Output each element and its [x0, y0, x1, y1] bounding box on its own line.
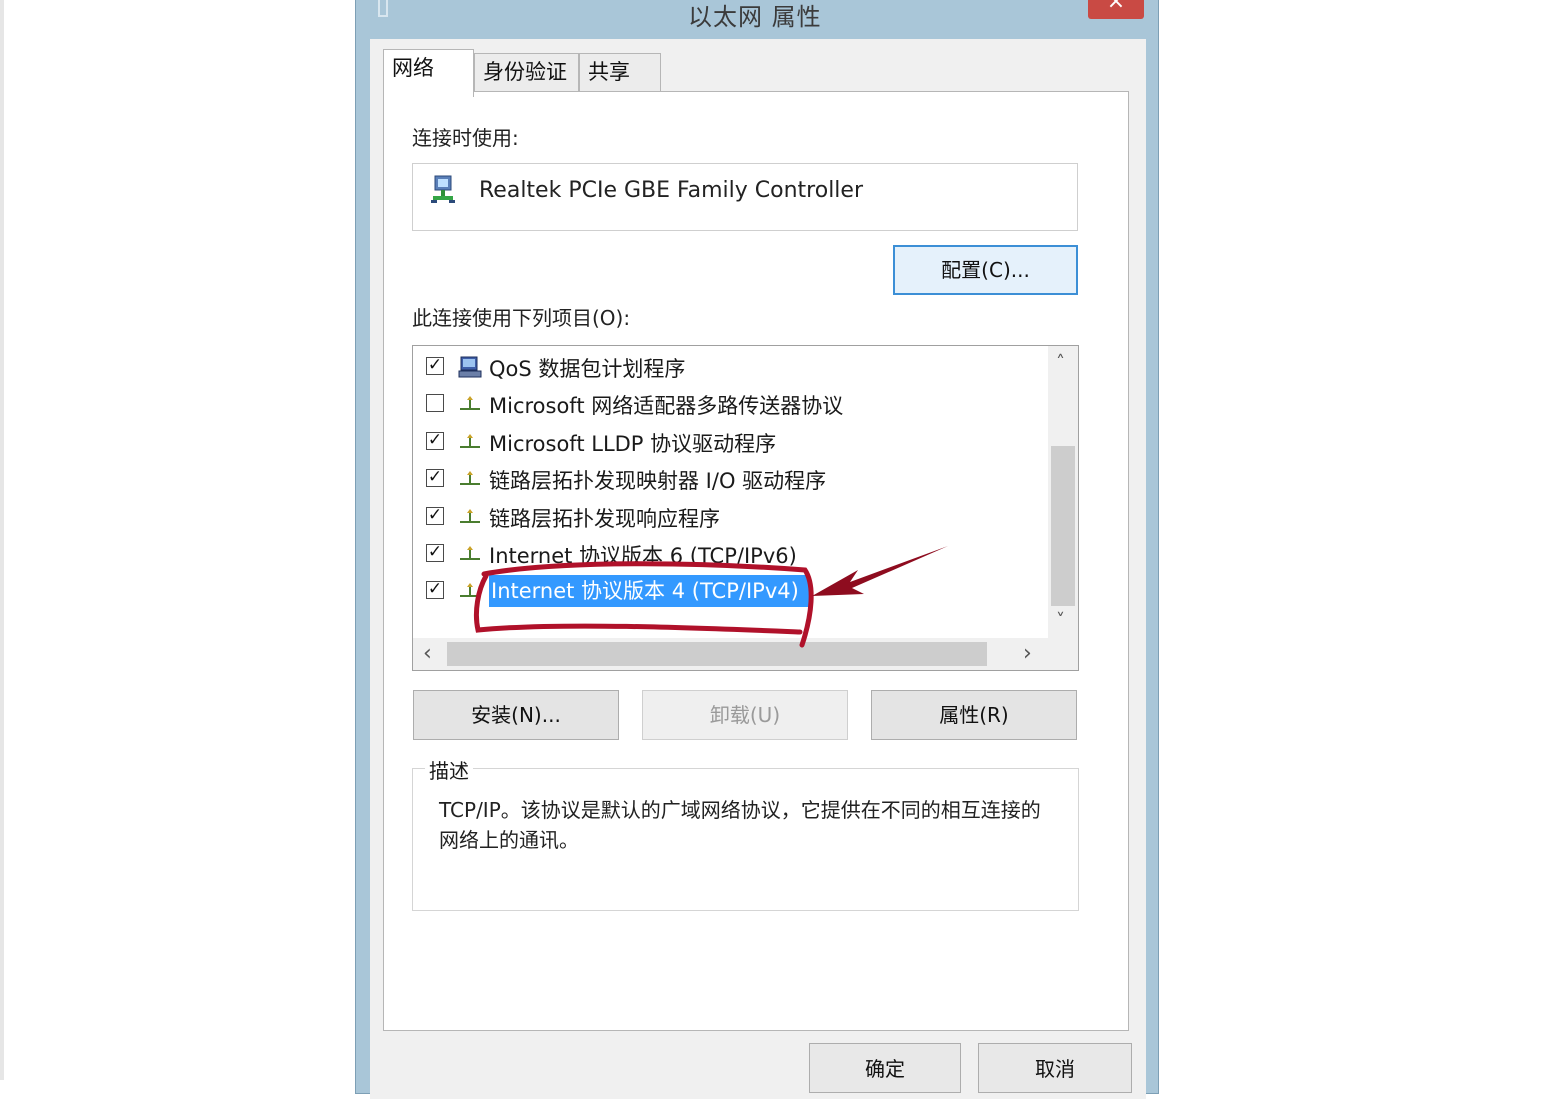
vertical-scroll-thumb[interactable]: [1051, 446, 1075, 606]
uninstall-button[interactable]: 卸载(U): [642, 690, 848, 740]
tab-panel-network: 连接时使用: Realtek PCIe GBE Family Controlle…: [383, 91, 1129, 1031]
cancel-button[interactable]: 取消: [978, 1043, 1132, 1093]
horizontal-scroll-thumb[interactable]: [447, 642, 987, 666]
list-item[interactable]: ✓ Microsoft LLDP 协议驱动程序: [413, 426, 1043, 460]
configure-button[interactable]: 配置(C)...: [893, 245, 1078, 295]
dialog-client-area: 网络 身份验证 共享 连接时使用: Realtek PCIe GBE Famil…: [370, 39, 1146, 1099]
horizontal-scrollbar[interactable]: ‹ ›: [413, 638, 1078, 670]
properties-button[interactable]: 属性(R): [871, 690, 1077, 740]
scroll-down-arrow-icon[interactable]: ˅: [1056, 610, 1065, 631]
scroll-right-arrow-icon[interactable]: ›: [1023, 641, 1032, 666]
item-label: Internet 协议版本 6 (TCP/IPv6): [489, 544, 797, 568]
list-item[interactable]: ✓ QoS 数据包计划程序: [413, 351, 1043, 385]
description-text: TCP/IP。该协议是默认的广域网络协议，它提供在不同的相互连接的网络上的通讯。: [439, 798, 1041, 852]
item-label: Microsoft 网络适配器多路传送器协议: [489, 394, 844, 418]
tab-sharing[interactable]: 共享: [579, 53, 661, 91]
item-label: 链路层拓扑发现映射器 I/O 驱动程序: [489, 469, 827, 493]
protocol-icon: [460, 396, 480, 410]
item-checkbox[interactable]: ✓: [426, 581, 444, 599]
item-checkbox[interactable]: ✓: [426, 469, 444, 487]
scroll-up-arrow-icon[interactable]: ˄: [1056, 352, 1065, 373]
connect-using-label: 连接时使用:: [412, 126, 519, 150]
window-title: 以太网 属性: [688, 3, 822, 31]
list-item[interactable]: ✓ 链路层拓扑发现映射器 I/O 驱动程序: [413, 463, 1043, 497]
qos-scheduler-icon: [458, 356, 482, 378]
properties-window: 以太网 属性 × 网络 身份验证 共享 连接时使用: Realtek PCIe …: [355, 0, 1159, 1099]
adapter-field: Realtek PCIe GBE Family Controller: [412, 163, 1078, 231]
list-item[interactable]: ✓ 链路层拓扑发现响应程序: [413, 501, 1043, 535]
item-checkbox[interactable]: ✓: [426, 507, 444, 525]
scroll-left-arrow-icon[interactable]: ‹: [423, 641, 432, 666]
list-item-selected[interactable]: ✓ Internet 协议版本 4 (TCP/IPv4): [413, 575, 1043, 609]
vertical-scrollbar[interactable]: ˄ ˅: [1048, 346, 1078, 638]
protocol-icon: [460, 583, 480, 597]
items-label: 此连接使用下列项目(O):: [412, 306, 631, 330]
network-adapter-icon: [431, 175, 455, 203]
item-label: Internet 协议版本 4 (TCP/IPv4): [489, 575, 809, 607]
close-button[interactable]: ×: [1088, 0, 1144, 19]
protocol-icon: [460, 509, 480, 523]
protocol-icon: [460, 546, 480, 560]
item-label: Microsoft LLDP 协议驱动程序: [489, 432, 777, 456]
components-list[interactable]: ✓ QoS 数据包计划程序 Microsoft 网络适配器多路传送器协议 ✓ M…: [412, 345, 1079, 671]
adapter-name: Realtek PCIe GBE Family Controller: [479, 178, 864, 203]
description-title: 描述: [425, 755, 473, 784]
tab-authentication-label: 身份验证: [483, 60, 567, 84]
tab-authentication[interactable]: 身份验证: [474, 53, 579, 91]
item-checkbox[interactable]: ✓: [426, 544, 444, 562]
list-item[interactable]: Microsoft 网络适配器多路传送器协议: [413, 388, 1043, 422]
item-checkbox[interactable]: ✓: [426, 432, 444, 450]
item-checkbox[interactable]: [426, 394, 444, 412]
install-button[interactable]: 安装(N)...: [413, 690, 619, 740]
tab-network[interactable]: 网络: [383, 49, 474, 97]
description-group: 描述 TCP/IP。该协议是默认的广域网络协议，它提供在不同的相互连接的网络上的…: [412, 755, 1079, 911]
list-item[interactable]: ✓ Internet 协议版本 6 (TCP/IPv6): [413, 538, 1043, 572]
background-edge: [0, 0, 4, 1080]
tab-network-label: 网络: [392, 56, 434, 80]
item-label: QoS 数据包计划程序: [489, 357, 686, 381]
item-checkbox[interactable]: ✓: [426, 357, 444, 375]
protocol-icon: [460, 434, 480, 448]
item-label: 链路层拓扑发现响应程序: [489, 507, 720, 531]
ok-button[interactable]: 确定: [809, 1043, 961, 1093]
tab-sharing-label: 共享: [588, 60, 630, 84]
protocol-icon: [460, 471, 480, 485]
window-app-icon: [378, 0, 388, 17]
